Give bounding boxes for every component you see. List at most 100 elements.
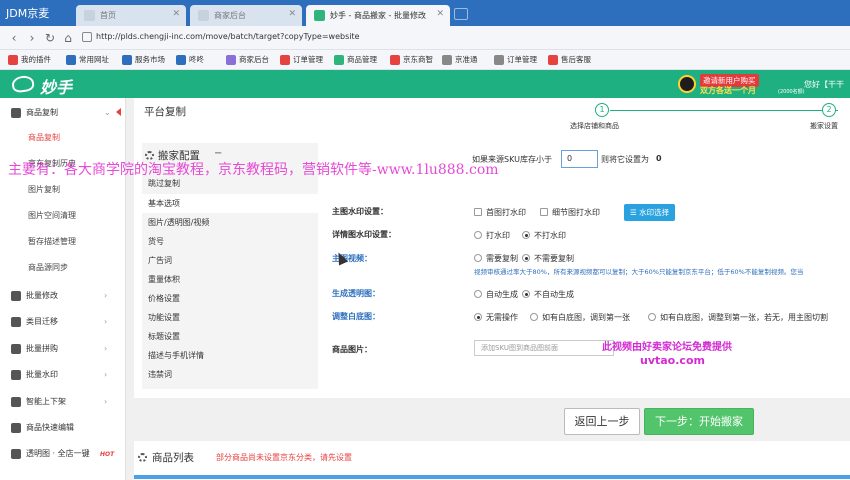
chevron-down-icon: ⌄ — [104, 108, 111, 117]
forward-arrow-icon[interactable]: › — [24, 30, 40, 46]
users-icon — [11, 344, 21, 354]
bookmark-item[interactable]: 订单管理 — [280, 54, 323, 66]
sidebar-sub-item[interactable]: 图片空间清理 — [0, 206, 126, 226]
product-image-input[interactable]: 添加SKU图到商品图前面 — [474, 340, 614, 356]
new-tab-button[interactable] — [454, 8, 468, 20]
bookmark-item[interactable]: 我的插件 — [8, 54, 51, 66]
config-nav-item[interactable]: 图片/透明图/视频 — [142, 213, 318, 232]
magnet-icon — [11, 449, 21, 459]
radio-selected-icon — [522, 231, 530, 239]
steps-progress-line — [610, 110, 838, 111]
bookmark-item[interactable]: 订单管理 — [494, 54, 537, 66]
radio-selected-icon — [474, 313, 482, 321]
bookmark-icon — [442, 55, 452, 65]
detail-watermark-label: 详情图水印设置： — [332, 230, 396, 239]
sidebar-item-watermark[interactable]: 批量水印 › — [0, 366, 126, 384]
config-nav-item[interactable]: 违禁词 — [142, 365, 318, 384]
sidebar-section-copy[interactable]: 商品复制 ⌄ — [0, 104, 126, 122]
white-bg-first-radio[interactable]: 如有白底图，调到第一张 — [530, 312, 630, 323]
sidebar-sub-item[interactable]: 暂存描述管理 — [0, 232, 126, 252]
chevron-right-icon: › — [104, 370, 108, 379]
bookmark-item[interactable]: 服务市场 — [122, 54, 165, 66]
navigation-bar: ‹ › ↻ ⌂ http://plds.chengji-inc.com/move… — [0, 26, 850, 50]
app-logo[interactable]: 妙手 — [40, 74, 72, 98]
collapse-icon[interactable]: − — [214, 148, 222, 159]
config-nav-item[interactable]: 功能设置 — [142, 308, 318, 327]
sidebar-item-group-buy[interactable]: 批量拼购 › — [0, 340, 126, 358]
step-label: 搬家设置 — [810, 122, 838, 130]
page-info-icon[interactable] — [82, 32, 92, 42]
sidebar-item-batch-edit[interactable]: 批量修改 › — [0, 287, 126, 305]
tab-merchant[interactable]: 商家后台 ✕ — [190, 5, 302, 26]
sidebar-sub-item[interactable]: 商品复制 — [0, 128, 126, 148]
close-icon[interactable]: ✕ — [436, 9, 444, 19]
config-nav-item[interactable]: 价格设置 — [142, 289, 318, 308]
start-move-button[interactable]: 下一步：开始搬家 — [644, 408, 754, 435]
bookmark-item[interactable]: 咚咚 — [176, 54, 204, 66]
bookmark-item[interactable]: 商品管理 — [334, 54, 377, 66]
sidebar-item-category-move[interactable]: 类目迁移 › — [0, 313, 126, 331]
detail-image-watermark-checkbox[interactable]: 细节图打水印 — [540, 207, 600, 218]
swap-icon — [11, 317, 21, 327]
gear-icon — [11, 423, 21, 433]
invite-promo[interactable]: 邀请新用户购买 双方各送一个月 (2000名额) — [678, 73, 805, 95]
address-bar[interactable]: http://plds.chengji-inc.com/move/batch/t… — [96, 32, 360, 41]
copy-icon — [11, 108, 21, 118]
browser-tab-bar: JDM京麦 首页 ✕ 商家后台 ✕ 妙手 - 商品搬家 - 批量修改 ✕ — [0, 0, 850, 26]
product-list-title: 商品列表 — [152, 452, 194, 464]
config-nav-item[interactable]: 货号 — [142, 232, 318, 251]
back-arrow-icon[interactable]: ‹ — [6, 30, 22, 46]
detail-watermark-on-radio[interactable]: 打水印 — [474, 230, 510, 241]
app-header: 妙手 邀请新用户购买 双方各送一个月 (2000名额) 您好【干干 — [0, 70, 850, 98]
main-content: 平台复制 1 选择店铺和商品 2 搬家设置 搬家配置 − 跳过复制 基本选项 图… — [126, 98, 850, 480]
home-icon[interactable]: ⌂ — [60, 30, 76, 46]
close-icon[interactable]: ✕ — [172, 9, 180, 19]
page-icon — [198, 10, 209, 21]
stock-input[interactable]: 0 — [561, 150, 598, 168]
product-list-card: 商品列表 部分商品尚未设置京东分类，请先设置 — [134, 441, 850, 480]
bookmark-item[interactable]: 商家后台 — [226, 54, 269, 66]
bookmark-item[interactable]: 京准通 — [442, 54, 478, 66]
close-icon[interactable]: ✕ — [288, 9, 296, 19]
tab-home[interactable]: 首页 ✕ — [76, 5, 186, 26]
no-auto-generate-radio[interactable]: 不自动生成 — [522, 289, 574, 300]
video-no-copy-radio[interactable]: 不需要复制 — [522, 253, 574, 264]
chevron-right-icon: › — [104, 344, 108, 353]
radio-icon — [648, 313, 656, 321]
radio-icon — [530, 313, 538, 321]
bookmark-item[interactable]: 售后客服 — [548, 54, 591, 66]
tab-active[interactable]: 妙手 - 商品搬家 - 批量修改 ✕ — [306, 5, 450, 26]
sidebar-sub-item[interactable]: 商品源同步 — [0, 258, 126, 278]
sidebar-item-quick-edit[interactable]: 商品快速编辑 — [0, 419, 126, 437]
page-icon — [84, 10, 95, 21]
config-nav-item[interactable]: 基本选项 — [142, 194, 318, 213]
edit-icon — [11, 291, 21, 301]
config-nav-item[interactable]: 重量体积 — [142, 270, 318, 289]
config-nav-item[interactable]: 描述与手机详情 — [142, 346, 318, 365]
back-step-button[interactable]: 返回上一步 — [564, 408, 640, 435]
white-bg-none-radio[interactable]: 无需操作 — [474, 312, 518, 323]
user-greeting[interactable]: 您好【干干 — [804, 79, 844, 90]
chevron-right-icon: › — [104, 317, 108, 326]
overlay-watermark-text: 主要有：各大商学院的淘宝教程，京东教程码，营销软件等-www.1lu888.co… — [8, 162, 499, 178]
sidebar-sub-item[interactable]: 图片复制 — [0, 180, 126, 200]
radio-icon — [474, 231, 482, 239]
auto-generate-radio[interactable]: 自动生成 — [474, 289, 518, 300]
white-bg-crop-radio[interactable]: 如有白底图，调整到第一张，若无，用主图切割 — [648, 312, 828, 323]
bookmark-icon — [226, 55, 236, 65]
config-nav-item[interactable]: 标题设置 — [142, 327, 318, 346]
sidebar-item-shelf[interactable]: 智能上下架 › — [0, 393, 126, 411]
bookmark-item[interactable]: 京东商智 — [390, 54, 433, 66]
sidebar-item-transparent[interactable]: 透明图 · 全店一键 HOT — [0, 445, 126, 463]
first-image-watermark-checkbox[interactable]: 首图打水印 — [474, 207, 526, 218]
reload-icon[interactable]: ↻ — [42, 30, 58, 46]
overlay-watermark-text: 此视频由好卖家论坛免费提供 — [602, 342, 732, 353]
app-title: JDM京麦 — [6, 7, 50, 20]
watermark-select-button[interactable]: ☰ 水印选择 — [624, 204, 676, 221]
config-nav-item[interactable]: 广告词 — [142, 251, 318, 270]
detail-watermark-off-radio[interactable]: 不打水印 — [522, 230, 566, 241]
white-bg-label: 调整白底图： — [332, 312, 380, 321]
radio-selected-icon — [522, 254, 530, 262]
bookmark-item[interactable]: 常用网址 — [66, 54, 109, 66]
video-copy-radio[interactable]: 需要复制 — [474, 253, 518, 264]
